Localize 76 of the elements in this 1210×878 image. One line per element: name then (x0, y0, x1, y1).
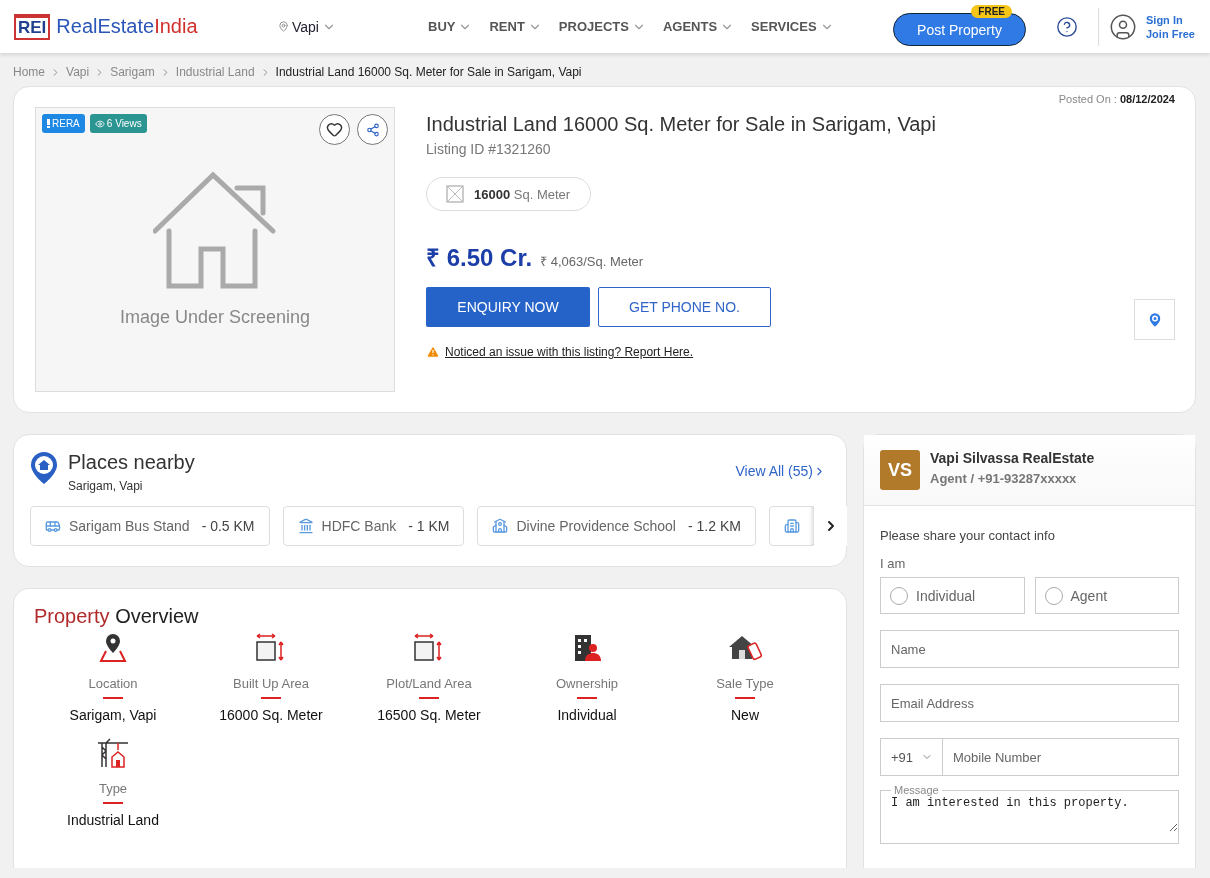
heart-icon (326, 121, 343, 138)
free-badge: FREE (971, 5, 1012, 18)
form-prompt: Please share your contact info (880, 528, 1056, 543)
section-title: Property Overview (34, 605, 200, 628)
school-icon (492, 518, 509, 534)
location-icon (278, 21, 289, 32)
overview-value: Sarigam, Vapi (69, 707, 157, 723)
warning-icon (426, 345, 440, 359)
nav-menu-item[interactable]: RENT (489, 19, 542, 34)
nearby-place-chip[interactable]: Divine Providence School - 1.2 KM (477, 506, 756, 546)
overview-label: Location (88, 676, 138, 691)
email-field[interactable]: Email Address (880, 684, 1179, 722)
overview-value: 16500 Sq. Meter (377, 707, 481, 723)
name-field[interactable]: Name (880, 630, 1179, 668)
user-icon[interactable] (1109, 12, 1137, 41)
image-status-text: Image Under Screening (119, 307, 311, 328)
agent-avatar: VS (880, 450, 920, 490)
share-icon (365, 122, 380, 137)
favorite-button[interactable] (319, 114, 350, 145)
price-per-unit: ₹ 4,063/Sq. Meter (540, 253, 644, 270)
bank-icon (297, 518, 314, 534)
share-button[interactable] (357, 114, 388, 145)
listing-id: Listing ID #1321260 (426, 141, 552, 157)
building-icon (783, 518, 800, 534)
overview-value: Industrial Land (67, 812, 159, 828)
message-field[interactable]: Message I am interested in this property. (880, 784, 1179, 844)
logo-mark[interactable]: REI (14, 13, 51, 40)
agent-phone: Agent / +91-93287xxxxx (930, 471, 1078, 486)
breadcrumb-item: Industrial Land 16000 Sq. Meter for Sale in Sarigam, Vapi (275, 65, 582, 79)
overview-value: New (731, 707, 759, 723)
role-option[interactable]: Agent (1034, 577, 1179, 614)
views-badge: 6 Views (89, 114, 147, 133)
sign-in-link[interactable]: Sign In (1146, 12, 1195, 27)
overview-value: Individual (557, 707, 617, 723)
eye-icon (94, 118, 105, 129)
radio-button[interactable] (890, 586, 908, 605)
crane-building-icon (96, 737, 130, 769)
posted-date: Posted On : 08/12/2024 (1058, 93, 1175, 105)
role-option[interactable]: Individual (880, 577, 1025, 614)
overview-label: Built Up Area (233, 676, 309, 691)
country-code-select[interactable]: +91 (880, 738, 943, 776)
view-all-link[interactable]: View All (55) (735, 463, 826, 479)
area-icon (445, 184, 465, 204)
nav-menu-item[interactable]: PROJECTS (558, 19, 646, 34)
overview-label: Plot/Land Area (386, 676, 472, 691)
section-subtitle: Sarigam, Vapi (68, 479, 144, 493)
section-title: Places nearby (68, 451, 195, 474)
price: ₹ 6.50 Cr. (426, 243, 533, 273)
overview-label: Sale Type (716, 676, 774, 691)
nearby-place-chip[interactable]: Sarigam Bus Stand - 0.5 KM (30, 506, 270, 546)
map-button[interactable] (1134, 299, 1175, 340)
site-name[interactable]: RealEstateIndia (56, 15, 198, 38)
location-home-icon (30, 451, 58, 485)
agent-name: Vapi Silvassa RealEstate (930, 450, 1095, 466)
report-link[interactable]: Noticed an issue with this listing? Report Here. (445, 345, 694, 359)
rera-badge: RERA (42, 114, 85, 133)
nav-menu-item[interactable]: AGENTS (662, 19, 735, 34)
radio-button[interactable] (1044, 586, 1063, 605)
overview-label: Type (98, 781, 128, 796)
mobile-field[interactable]: Mobile Number (943, 738, 1179, 776)
join-free-link[interactable]: Join Free (1146, 26, 1195, 41)
listing-title: Industrial Land 16000 Sq. Meter for Sale in Sarigam, Vapi (426, 113, 937, 136)
overview-value: 16000 Sq. Meter (219, 707, 323, 723)
overview-label: Ownership (555, 676, 619, 691)
bus-icon (45, 518, 61, 534)
role-label: I am (880, 556, 907, 571)
city-selector[interactable]: Vapi (278, 18, 428, 35)
location-pin-icon (97, 632, 129, 664)
nav-menu-item[interactable]: SERVICES (751, 19, 834, 34)
help-icon[interactable] (1056, 15, 1078, 38)
nearby-place-chip[interactable]: HDFC Bank - 1 KM (282, 506, 465, 546)
nav-menu-item[interactable]: BUY (428, 19, 473, 34)
exclamation-icon (47, 119, 50, 128)
get-phone-button[interactable]: GET PHONE NO. (598, 287, 771, 327)
house-outline-icon (153, 171, 277, 289)
enquiry-button[interactable]: ENQUIRY NOW (426, 287, 590, 327)
